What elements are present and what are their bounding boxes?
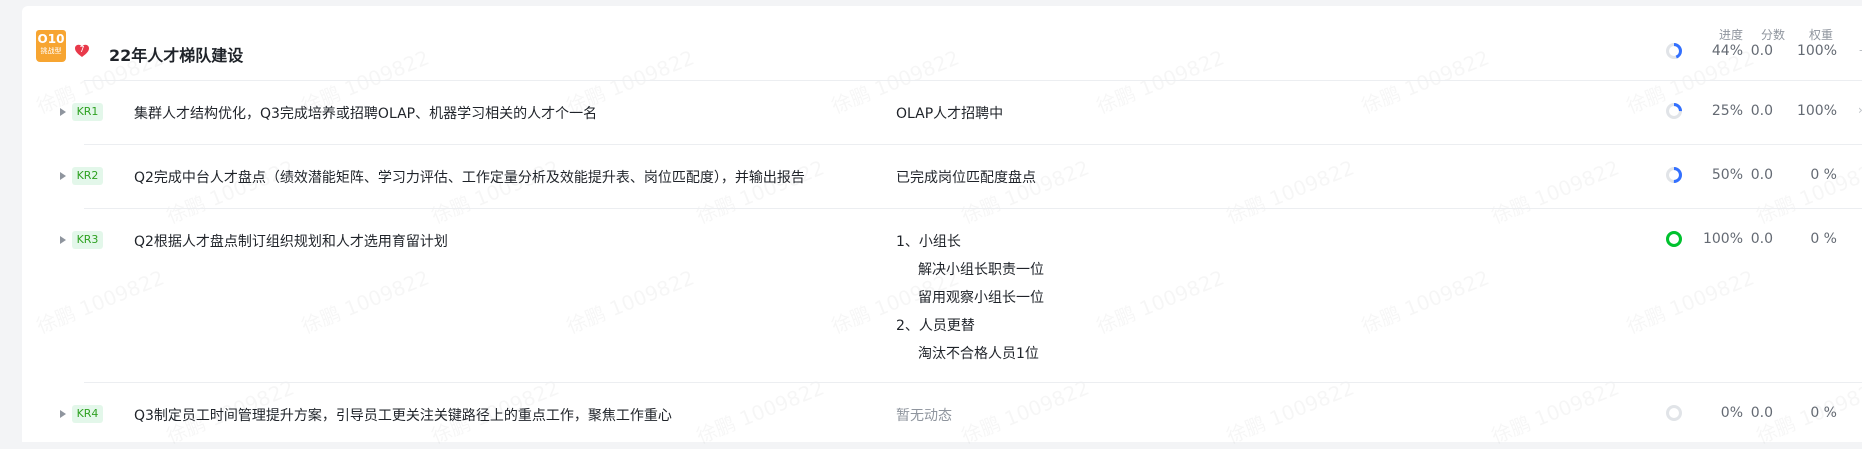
- expand-caret-icon[interactable]: [60, 236, 66, 244]
- objective-score: 0.0: [1750, 43, 1773, 59]
- objective-title[interactable]: 22年人才梯队建设: [109, 42, 243, 66]
- watermark-text: 徐鹏 1009822: [1356, 262, 1492, 340]
- kr-progress-ring: [1666, 405, 1682, 421]
- watermark-text: 徐鹏 1009822: [691, 372, 827, 449]
- kr-progress-note: 已完成岗位匹配度盘点: [896, 170, 1036, 186]
- watermark-text: 徐鹏 1009822: [1221, 372, 1357, 449]
- row-edge-mark: ›: [1858, 103, 1862, 117]
- objective-badge: O10 挑战型: [36, 30, 66, 62]
- kr-text[interactable]: Q2完成中台人才盘点（绩效潜能矩阵、学习力评估、工作定量分析及效能提升表、岗位匹…: [134, 167, 805, 187]
- kr-tag: KR3: [72, 231, 103, 249]
- header-weight: 权重: [1808, 28, 1833, 42]
- progress-ring-arc: [1666, 231, 1682, 247]
- objective-code: O10: [37, 32, 65, 46]
- kr-score: 0.0: [1750, 103, 1773, 119]
- objective-progress-ring: [1666, 43, 1682, 59]
- watermark-text: 徐鹏 1009822: [956, 372, 1092, 449]
- watermark-text: 徐鹏 1009822: [1751, 152, 1862, 230]
- expand-caret-icon[interactable]: [60, 172, 66, 180]
- expand-caret-icon[interactable]: [60, 108, 66, 116]
- kr-progress-note: 解决小组长职责一位: [918, 262, 1044, 278]
- watermark-text: 徐鹏 1009822: [1486, 152, 1622, 230]
- kr-progress-ring: [1666, 103, 1682, 119]
- heart-icon[interactable]: 7: [74, 43, 90, 59]
- row-divider: [84, 144, 1862, 145]
- row-divider: [84, 208, 1862, 209]
- watermark-text: 徐鹏 1009822: [31, 262, 167, 340]
- watermark-text: 徐鹏 1009822: [1221, 152, 1357, 230]
- kr-tag: KR2: [72, 167, 103, 185]
- watermark-text: 徐鹏 1009822: [956, 152, 1092, 230]
- objective-weight: 100%: [1796, 43, 1837, 59]
- heart-count: 7: [79, 45, 85, 54]
- kr-score: 0.0: [1750, 167, 1773, 183]
- row-divider: [84, 382, 1862, 383]
- kr-progress-ring: [1666, 167, 1682, 183]
- kr-weight: 0 %: [1810, 405, 1837, 421]
- watermark-text: 徐鹏 1009822: [161, 152, 297, 230]
- kr-progress-note: 2、人员更替: [896, 318, 975, 334]
- kr-progress-note: 淘汰不合格人员1位: [918, 346, 1039, 362]
- watermark-text: 徐鹏 1009822: [1486, 372, 1622, 449]
- row-divider: [84, 80, 1862, 81]
- kr-text[interactable]: Q2根据人才盘点制订组织规划和人才选用育留计划: [134, 231, 448, 251]
- kr-text[interactable]: Q3制定员工时间管理提升方案，引导员工更关注关键路径上的重点工作，聚焦工作重心: [134, 405, 672, 425]
- kr-score: 0.0: [1750, 405, 1773, 421]
- kr-weight: 0 %: [1810, 167, 1837, 183]
- kr-progress-note: 暂无动态: [896, 408, 952, 424]
- watermark-text: 徐鹏 1009822: [691, 152, 827, 230]
- kr-progress-ring: [1666, 231, 1682, 247]
- kr-score: 0.0: [1750, 231, 1773, 247]
- header-score: 分数: [1760, 28, 1785, 42]
- objective-type-tag: 挑战型: [40, 47, 62, 55]
- kr-progress-note: 1、小组长: [896, 234, 961, 250]
- watermark-text: 徐鹏 1009822: [296, 262, 432, 340]
- watermark-text: 徐鹏 1009822: [561, 262, 697, 340]
- kr-text[interactable]: 集群人才结构优化，Q3完成培养或招聘OLAP、机器学习相关的人才个一名: [134, 103, 597, 123]
- watermark-text: 徐鹏 1009822: [1621, 262, 1757, 340]
- kr-progress-note: OLAP人才招聘中: [896, 106, 1004, 122]
- watermark-text: 徐鹏 1009822: [426, 152, 562, 230]
- kr-tag: KR1: [72, 103, 103, 121]
- expand-caret-icon[interactable]: [60, 410, 66, 418]
- okr-card: 徐鹏 1009822 徐鹏 1009822 徐鹏 1009822 徐鹏 1009822…: [22, 6, 1862, 442]
- kr-progress-note: 留用观察小组长一位: [918, 290, 1044, 306]
- kr-weight: 0 %: [1810, 231, 1837, 247]
- kr-weight: 100%: [1796, 103, 1837, 119]
- watermark-text: 徐鹏 1009822: [1091, 262, 1227, 340]
- progress-ring-track: [1666, 405, 1682, 421]
- kr-tag: KR4: [72, 405, 103, 423]
